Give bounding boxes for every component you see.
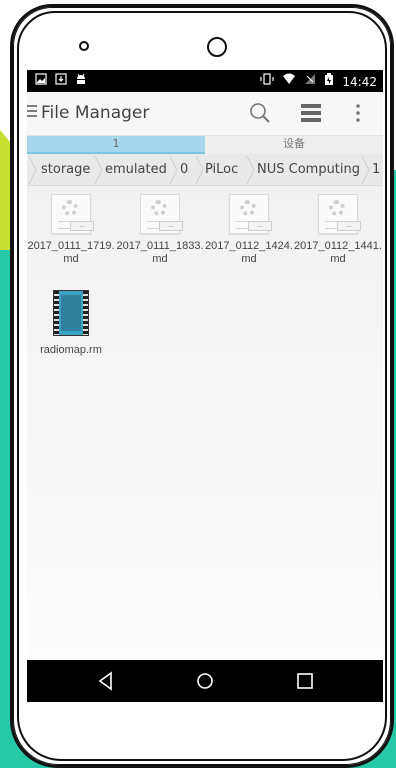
document-file-icon: ... (229, 194, 272, 234)
vibrate-icon (260, 73, 275, 90)
file-name: radiomap.rm (40, 344, 102, 356)
no-signal-icon (304, 73, 316, 90)
android-icon (75, 73, 87, 90)
tab-1[interactable]: 1 (27, 136, 205, 154)
film-frame (61, 295, 81, 331)
file-grid: ... 2017_0111_1719.md ... 2017_0111_1833… (27, 186, 383, 660)
wifi-icon (282, 73, 296, 90)
app-bar: File Manager (27, 92, 383, 136)
search-icon[interactable] (249, 102, 271, 124)
breadcrumb-separator-icon (195, 156, 204, 184)
download-icon (55, 73, 67, 90)
file-item[interactable]: ... 2017_0111_1719.md (27, 194, 115, 266)
breadcrumb-emulated[interactable]: emulated (105, 162, 167, 178)
breadcrumb-separator-icon (361, 156, 370, 184)
document-file-icon: ... (318, 194, 361, 234)
gear-icon (329, 200, 345, 216)
gear-icon (240, 200, 256, 216)
file-item[interactable]: ... 2017_0112_1424.md (205, 194, 293, 266)
breadcrumb-0[interactable]: 0 (180, 162, 188, 178)
file-name: 2017_0112_1424.md (205, 240, 293, 265)
breadcrumb-nus-computing[interactable]: NUS Computing (257, 162, 360, 178)
breadcrumb-separator-icon (169, 156, 178, 184)
battery-icon (324, 73, 334, 90)
home-icon[interactable] (194, 670, 216, 692)
breadcrumb-1[interactable]: 1 (372, 162, 380, 178)
document-file-icon: ... (140, 194, 183, 234)
file-item[interactable]: ... 2017_0112_1441.md (294, 194, 382, 266)
file-badge: ... (337, 221, 361, 231)
breadcrumb-piloc[interactable]: PiLoc (205, 162, 238, 178)
storage-icon[interactable] (301, 104, 321, 122)
overflow-menu-icon[interactable] (355, 103, 361, 123)
document-file-icon: ... (51, 194, 94, 234)
drawer-menu-icon[interactable] (27, 104, 37, 122)
file-item[interactable]: ... 2017_0111_1833.md (116, 194, 204, 266)
breadcrumb-storage[interactable]: storage (41, 162, 90, 178)
file-badge: ... (70, 221, 94, 231)
front-camera (207, 37, 227, 57)
file-badge: ... (159, 221, 183, 231)
status-bar: 14:42 (27, 70, 383, 92)
breadcrumb: storage emulated 0 PiLoc NUS Computing 1 (27, 154, 383, 186)
gear-icon (151, 200, 167, 216)
navigation-bar (27, 660, 383, 702)
file-badge: ... (248, 221, 272, 231)
image-icon (35, 73, 47, 90)
file-name: 2017_0112_1441.md (294, 240, 382, 265)
phone-screen: 14:42 File Manager 1 设备 storage emulated… (27, 70, 383, 702)
breadcrumb-separator-icon (28, 156, 37, 184)
file-name: 2017_0111_1833.md (116, 240, 204, 265)
file-item[interactable]: radiomap.rm (27, 290, 115, 357)
video-file-icon (53, 290, 89, 336)
file-name: 2017_0111_1719.md (27, 240, 115, 265)
back-icon[interactable] (95, 670, 117, 692)
gear-icon (62, 200, 78, 216)
status-time: 14:42 (342, 74, 377, 89)
tab-device[interactable]: 设备 (205, 136, 383, 154)
app-title: File Manager (41, 103, 150, 123)
breadcrumb-separator-icon (94, 156, 103, 184)
recents-icon[interactable] (294, 670, 316, 692)
breadcrumb-separator-icon (246, 156, 255, 184)
sensor-dot (79, 41, 89, 51)
tab-bar: 1 设备 (27, 136, 383, 154)
